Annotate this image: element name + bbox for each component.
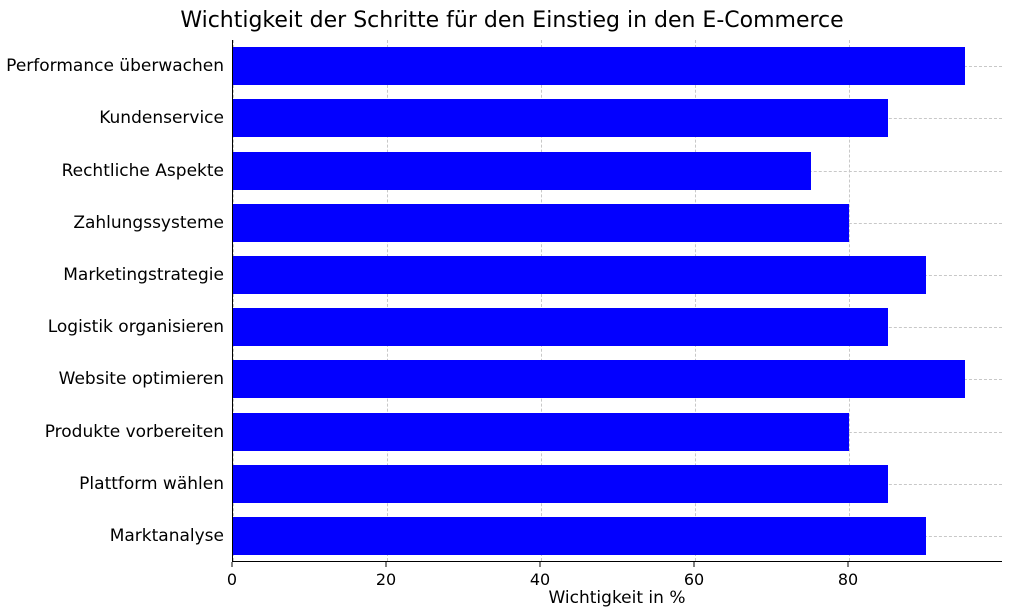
x-tick-mark — [540, 562, 541, 567]
y-tick-label: Kundenservice — [0, 108, 224, 128]
x-tick-mark — [848, 562, 849, 567]
bar — [233, 308, 888, 346]
bar — [233, 256, 926, 294]
bar — [233, 152, 811, 190]
bar — [233, 465, 888, 503]
x-tick-label: 0 — [227, 570, 237, 589]
bar — [233, 517, 926, 555]
y-tick-label: Rechtliche Aspekte — [0, 161, 224, 181]
bars-layer — [233, 40, 1002, 561]
y-tick-label: Zahlungssysteme — [0, 213, 224, 233]
x-tick-label: 20 — [376, 570, 396, 589]
bar — [233, 413, 849, 451]
y-tick-label: Performance überwachen — [0, 56, 224, 76]
x-axis-label: Wichtigkeit in % — [232, 588, 1002, 608]
y-tick-label: Logistik organisieren — [0, 317, 224, 337]
y-tick-label: Marketingstrategie — [0, 265, 224, 285]
y-tick-label: Produkte vorbereiten — [0, 422, 224, 442]
y-axis-labels: Performance überwachen Kundenservice Recht… — [0, 40, 224, 562]
x-tick-mark — [386, 562, 387, 567]
x-tick-mark — [232, 562, 233, 567]
x-tick-label: 80 — [838, 570, 858, 589]
x-tick-mark — [694, 562, 695, 567]
bar — [233, 204, 849, 242]
bar — [233, 360, 965, 398]
chart-title: Wichtigkeit der Schritte für den Einstie… — [0, 8, 1024, 33]
bar — [233, 47, 965, 85]
x-tick-label: 60 — [684, 570, 704, 589]
plot-area — [232, 40, 1002, 562]
y-tick-label: Plattform wählen — [0, 474, 224, 494]
bar — [233, 99, 888, 137]
y-tick-label: Marktanalyse — [0, 526, 224, 546]
x-tick-label: 40 — [530, 570, 550, 589]
chart-container: Wichtigkeit der Schritte für den Einstie… — [0, 0, 1024, 611]
y-tick-label: Website optimieren — [0, 369, 224, 389]
